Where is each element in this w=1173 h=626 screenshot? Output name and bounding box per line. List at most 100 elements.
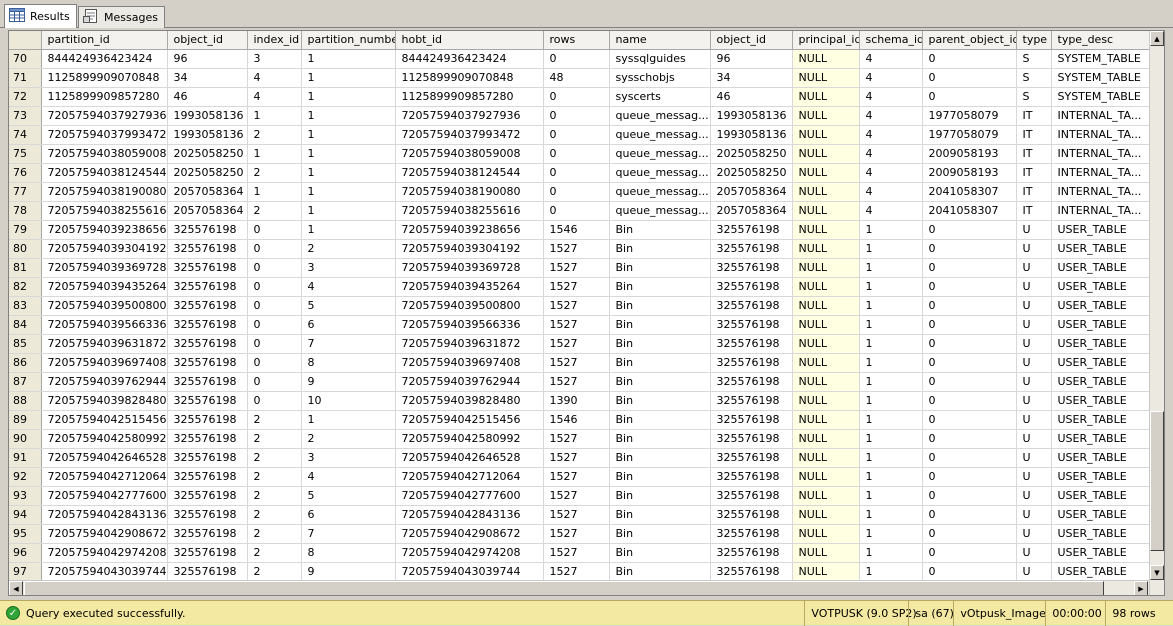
cell-index-id[interactable]: 3 (247, 49, 302, 69)
cell-object-id[interactable]: 325576198 (710, 239, 793, 259)
tab-messages[interactable]: Messages (78, 6, 165, 28)
cell-partition-id[interactable]: 72057594039369728 (41, 258, 168, 278)
cell-schema-id[interactable]: 1 (859, 562, 923, 582)
cell-principal-id[interactable]: NULL (792, 182, 860, 202)
cell-type-desc[interactable]: INTERNAL_TA... (1051, 182, 1152, 202)
cell-hobt-id[interactable]: 72057594039435264 (395, 277, 544, 297)
column-header-type[interactable]: type (1016, 31, 1052, 50)
cell-rows[interactable]: 0 (543, 125, 610, 145)
row-number[interactable]: 97 (9, 562, 42, 582)
column-header-partition-number[interactable]: partition_number (301, 31, 396, 50)
cell-principal-id[interactable]: NULL (792, 125, 860, 145)
cell-partition-id[interactable]: 72057594042646528 (41, 448, 168, 468)
cell-type-desc[interactable]: INTERNAL_TA... (1051, 163, 1152, 183)
cell-index-id[interactable]: 2 (247, 486, 302, 506)
row-number[interactable]: 80 (9, 239, 42, 259)
cell-schema-id[interactable]: 4 (859, 201, 923, 221)
cell-name[interactable]: Bin (609, 315, 711, 335)
cell-schema-id[interactable]: 1 (859, 220, 923, 240)
cell-principal-id[interactable]: NULL (792, 106, 860, 126)
cell-schema-id[interactable]: 4 (859, 163, 923, 183)
table-row[interactable]: 90 72057594042580992 325576198 2 2 7205759404… (9, 429, 1152, 449)
cell-object-id[interactable]: 325576198 (710, 486, 793, 506)
cell-schema-id[interactable]: 1 (859, 486, 923, 506)
cell-partition-number[interactable]: 6 (301, 505, 396, 525)
cell-rows[interactable]: 1527 (543, 372, 610, 392)
cell-schema-id[interactable]: 4 (859, 125, 923, 145)
row-number[interactable]: 93 (9, 486, 42, 506)
cell-object-id[interactable]: 46 (167, 87, 248, 107)
cell-name[interactable]: Bin (609, 258, 711, 278)
cell-partition-number[interactable]: 7 (301, 334, 396, 354)
cell-rows[interactable]: 48 (543, 68, 610, 88)
cell-hobt-id[interactable]: 72057594037927936 (395, 106, 544, 126)
cell-index-id[interactable]: 0 (247, 334, 302, 354)
cell-object-id[interactable]: 2025058250 (167, 163, 248, 183)
cell-name[interactable]: Bin (609, 562, 711, 582)
cell-hobt-id[interactable]: 72057594038059008 (395, 144, 544, 164)
cell-hobt-id[interactable]: 72057594042908672 (395, 524, 544, 544)
tab-results[interactable]: Results (4, 4, 77, 28)
cell-index-id[interactable]: 0 (247, 372, 302, 392)
cell-type[interactable]: U (1016, 429, 1052, 449)
cell-type-desc[interactable]: USER_TABLE (1051, 524, 1152, 544)
cell-rows[interactable]: 1527 (543, 296, 610, 316)
cell-name[interactable]: Bin (609, 543, 711, 563)
cell-type-desc[interactable]: USER_TABLE (1051, 562, 1152, 582)
cell-object-id[interactable]: 325576198 (710, 429, 793, 449)
table-row[interactable]: 74 72057594037993472 1993058136 2 1 720575940… (9, 125, 1152, 145)
cell-partition-id[interactable]: 72057594042908672 (41, 524, 168, 544)
cell-object-id[interactable]: 325576198 (710, 334, 793, 354)
cell-hobt-id[interactable]: 72057594042646528 (395, 448, 544, 468)
row-header-corner[interactable] (9, 31, 42, 50)
cell-parent-object-id[interactable]: 2009058193 (922, 144, 1017, 164)
cell-name[interactable]: Bin (609, 505, 711, 525)
cell-type-desc[interactable]: INTERNAL_TA... (1051, 144, 1152, 164)
cell-partition-id[interactable]: 72057594037927936 (41, 106, 168, 126)
cell-parent-object-id[interactable]: 0 (922, 49, 1017, 69)
table-row[interactable]: 83 72057594039500800 325576198 0 5 7205759403… (9, 296, 1152, 316)
cell-schema-id[interactable]: 4 (859, 106, 923, 126)
row-number[interactable]: 94 (9, 505, 42, 525)
cell-schema-id[interactable]: 1 (859, 334, 923, 354)
cell-schema-id[interactable]: 4 (859, 87, 923, 107)
row-number[interactable]: 73 (9, 106, 42, 126)
cell-type-desc[interactable]: SYSTEM_TABLE (1051, 49, 1152, 69)
cell-partition-number[interactable]: 2 (301, 429, 396, 449)
cell-index-id[interactable]: 2 (247, 562, 302, 582)
cell-schema-id[interactable]: 1 (859, 391, 923, 411)
cell-partition-number[interactable]: 1 (301, 106, 396, 126)
cell-parent-object-id[interactable]: 0 (922, 239, 1017, 259)
cell-hobt-id[interactable]: 1125899909857280 (395, 87, 544, 107)
cell-partition-id[interactable]: 72057594042515456 (41, 410, 168, 430)
column-header-parent-object-id[interactable]: parent_object_id (922, 31, 1017, 50)
cell-index-id[interactable]: 2 (247, 429, 302, 449)
cell-hobt-id[interactable]: 72057594039369728 (395, 258, 544, 278)
cell-name[interactable]: Bin (609, 296, 711, 316)
cell-schema-id[interactable]: 1 (859, 467, 923, 487)
table-row[interactable]: 96 72057594042974208 325576198 2 8 7205759404… (9, 543, 1152, 563)
cell-parent-object-id[interactable]: 2009058193 (922, 163, 1017, 183)
cell-hobt-id[interactable]: 1125899909070848 (395, 68, 544, 88)
cell-type-desc[interactable]: USER_TABLE (1051, 486, 1152, 506)
cell-partition-number[interactable]: 3 (301, 448, 396, 468)
table-row[interactable]: 87 72057594039762944 325576198 0 9 7205759403… (9, 372, 1152, 392)
cell-principal-id[interactable]: NULL (792, 524, 860, 544)
cell-object-id[interactable]: 2025058250 (710, 163, 793, 183)
cell-index-id[interactable]: 2 (247, 467, 302, 487)
cell-partition-number[interactable]: 5 (301, 296, 396, 316)
cell-object-id[interactable]: 2057058364 (710, 201, 793, 221)
cell-partition-id[interactable]: 72057594039631872 (41, 334, 168, 354)
cell-rows[interactable]: 0 (543, 182, 610, 202)
cell-rows[interactable]: 0 (543, 87, 610, 107)
cell-rows[interactable]: 1527 (543, 315, 610, 335)
cell-index-id[interactable]: 0 (247, 315, 302, 335)
cell-object-id[interactable]: 325576198 (710, 543, 793, 563)
cell-rows[interactable]: 1527 (543, 277, 610, 297)
cell-parent-object-id[interactable]: 0 (922, 448, 1017, 468)
cell-principal-id[interactable]: NULL (792, 296, 860, 316)
cell-parent-object-id[interactable]: 0 (922, 429, 1017, 449)
cell-object-id[interactable]: 325576198 (710, 372, 793, 392)
cell-index-id[interactable]: 0 (247, 239, 302, 259)
table-row[interactable]: 86 72057594039697408 325576198 0 8 7205759403… (9, 353, 1152, 373)
